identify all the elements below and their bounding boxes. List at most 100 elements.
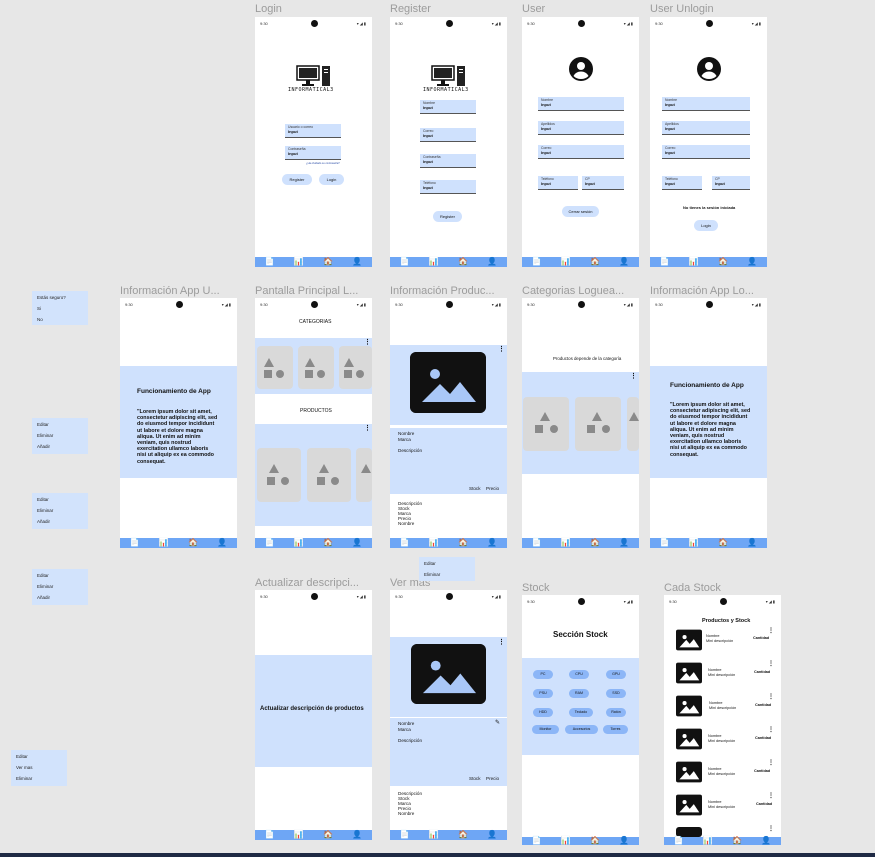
document-icon[interactable]: 📄 [400,539,410,547]
document-icon[interactable]: 📄 [265,539,275,547]
chip-gpu[interactable]: GPU [606,670,626,679]
chip-monitor[interactable]: Monitor [532,725,559,734]
home-icon[interactable]: 🏠 [458,258,468,266]
confirm-no[interactable]: No [37,314,83,325]
category-card[interactable] [298,346,334,389]
document-icon[interactable]: 📄 [532,837,542,845]
menu-view-more[interactable]: Ver mas [16,762,62,773]
stats-icon[interactable]: 📊 [159,539,169,547]
stock-row[interactable]: Nombre Mini descripción Cantidad ⋮ [664,660,781,686]
chip-towers[interactable]: Torres [603,725,628,734]
product-card[interactable] [523,397,569,451]
menu-delete[interactable]: Eliminar [424,569,470,580]
chip-psu[interactable]: PSU [533,689,553,698]
category-card[interactable] [257,346,293,389]
menu-edit[interactable]: Editar [424,558,470,569]
chip-hdd[interactable]: HDD [533,708,553,717]
more-options-icon[interactable]: ⋮ [768,661,774,668]
phone-field[interactable]: Teléfono Input [538,176,578,190]
password-field[interactable]: Contraseña Input [285,146,341,160]
more-options-icon[interactable]: ⋮ [364,339,371,346]
edit-pencil-icon[interactable]: ✎ [495,719,500,726]
document-icon[interactable]: 📄 [674,837,684,845]
chip-accessories[interactable]: Accesorios [565,725,598,734]
stats-icon[interactable]: 📊 [429,539,439,547]
more-options-icon[interactable]: ⋮ [768,793,774,800]
home-icon[interactable]: 🏠 [323,258,333,266]
stats-icon[interactable]: 📊 [561,837,571,845]
home-icon[interactable]: 🏠 [732,837,742,845]
logout-button[interactable]: Cerrar sesión [562,206,599,217]
name-field[interactable]: Nombre Input [662,97,750,111]
menu-edit[interactable]: Editar [37,570,83,581]
stats-icon[interactable]: 📊 [429,258,439,266]
menu-add[interactable]: Añadir [37,592,83,603]
register-button[interactable]: Register [433,211,462,222]
home-icon[interactable]: 🏠 [323,539,333,547]
menu-delete[interactable]: Eliminar [37,581,83,592]
user-icon[interactable]: 👤 [352,539,362,547]
more-options-icon[interactable]: ⋮ [630,373,637,380]
menu-add[interactable]: Añadir [37,441,83,452]
name-field[interactable]: Nombre Input [420,100,476,114]
user-icon[interactable]: 👤 [761,837,771,845]
stats-icon[interactable]: 📊 [429,831,439,839]
more-options-icon[interactable]: ⋮ [768,826,774,833]
login-button[interactable]: Login [319,174,344,185]
home-icon[interactable]: 🏠 [718,539,728,547]
email-field[interactable]: Correo Input [538,145,624,159]
email-field[interactable]: Correo Input [420,128,476,142]
menu-edit[interactable]: Editar [16,751,62,762]
user-icon[interactable]: 👤 [619,258,629,266]
chip-ram[interactable]: RAM [569,689,589,698]
email-field[interactable]: Correo Input [662,145,750,159]
stock-row[interactable]: Nombre Mini descripción Cantidad ⋮ [664,693,781,719]
stock-row[interactable]: Nombre Mini descripción Cantidad ⋮ [664,627,781,653]
menu-delete[interactable]: Eliminar [37,430,83,441]
stats-icon[interactable]: 📊 [294,539,304,547]
more-options-icon[interactable]: ⋮ [768,694,774,701]
product-card[interactable] [257,448,301,502]
password-field[interactable]: Contraseña Input [420,154,476,168]
stock-row[interactable]: Nombre Mini descripción Cantidad ⋮ [664,726,781,752]
stats-icon[interactable]: 📊 [703,837,713,845]
user-icon[interactable]: 👤 [747,258,757,266]
document-icon[interactable]: 📄 [660,258,670,266]
home-icon[interactable]: 🏠 [590,258,600,266]
chip-pc[interactable]: PC [533,670,553,679]
more-options-icon[interactable]: ⋮ [768,628,774,635]
home-icon[interactable]: 🏠 [590,539,600,547]
user-icon[interactable]: 👤 [487,258,497,266]
more-options-icon[interactable]: ⋮ [498,639,505,646]
forgot-password-link[interactable]: ¿Ha olvidado su contraseña? [306,162,340,165]
chip-keyboard[interactable]: Teclado [569,708,593,717]
stats-icon[interactable]: 📊 [294,831,304,839]
chip-ssd[interactable]: SSD [606,689,626,698]
postal-code-field[interactable]: CP Input [712,176,750,190]
stock-row[interactable]: Nombre Mini descripción Cantidad ⋮ [664,759,781,785]
document-icon[interactable]: 📄 [532,539,542,547]
more-options-icon[interactable]: ⋮ [364,425,371,432]
more-options-icon[interactable]: ⋮ [768,727,774,734]
stats-icon[interactable]: 📊 [561,258,571,266]
document-icon[interactable]: 📄 [400,831,410,839]
document-icon[interactable]: 📄 [660,539,670,547]
document-icon[interactable]: 📄 [265,258,275,266]
menu-add[interactable]: Añadir [37,516,83,527]
chip-mouse[interactable]: Ratón [606,708,626,717]
surname-field[interactable]: Apellidos Input [662,121,750,135]
postal-code-field[interactable]: CP Input [582,176,624,190]
user-icon[interactable]: 👤 [747,539,757,547]
register-button[interactable]: Register [282,174,312,185]
stats-icon[interactable]: 📊 [689,539,699,547]
home-icon[interactable]: 🏠 [323,831,333,839]
product-card[interactable] [627,397,639,451]
product-card[interactable] [307,448,351,502]
login-button[interactable]: Login [694,220,718,231]
user-icon[interactable]: 👤 [352,258,362,266]
phone-field[interactable]: Teléfono Input [662,176,702,190]
menu-edit[interactable]: Editar [37,494,83,505]
product-card[interactable] [575,397,621,451]
menu-edit[interactable]: Editar [37,419,83,430]
email-field[interactable]: Usuario o correo Input [285,124,341,138]
